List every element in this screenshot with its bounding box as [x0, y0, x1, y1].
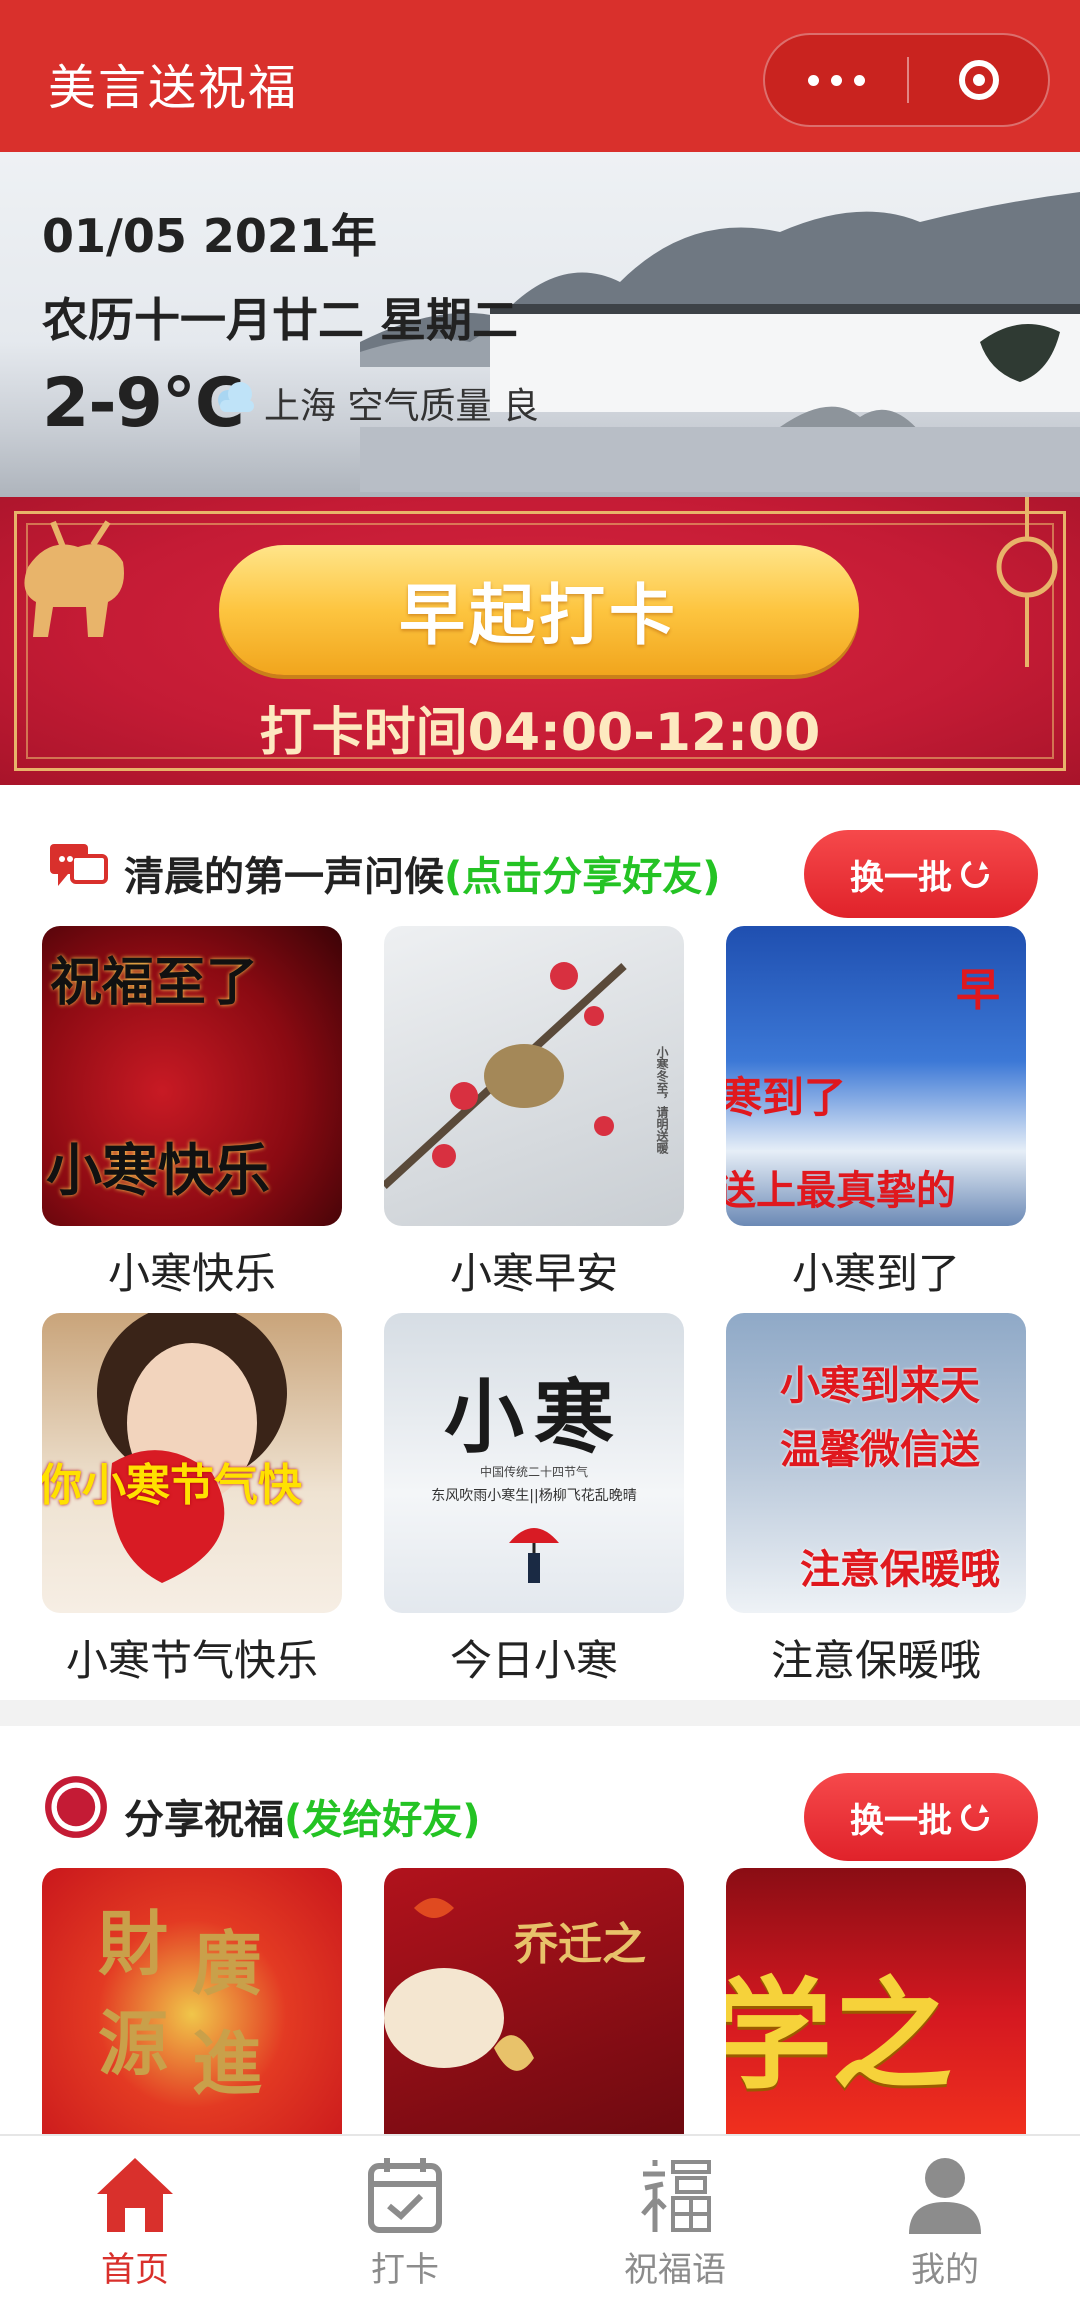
greeting-card-caption: 小寒早安	[449, 1249, 618, 1298]
share-card[interactable]: 財 廣 源 進	[42, 1868, 342, 2134]
red-umbrella-illustration	[509, 1528, 559, 1583]
lunar-date-text: 农历十一月廿二 星期二	[42, 293, 519, 347]
section-title: 清晨的第一声问候(点击分享好友)	[124, 844, 721, 902]
section-title-highlight: (点击分享好友)	[444, 854, 721, 900]
more-dot-icon	[831, 74, 842, 86]
card-art-text: 小寒快乐	[46, 1138, 270, 1204]
tab-label: 首页	[101, 2250, 169, 2290]
card-art-text: 中国传统二十四节气	[479, 1465, 588, 1479]
more-options-button[interactable]	[765, 35, 908, 125]
card-art-text: 廣	[192, 1922, 262, 2005]
fu-badge-icon	[45, 1776, 107, 1838]
refresh-button-label: 换一批	[850, 1800, 952, 1841]
share-card-image: 乔迁之	[384, 1868, 684, 2134]
section-title-highlight: (发给好友)	[284, 1797, 481, 1843]
greeting-card-caption: 今日小寒	[449, 1636, 618, 1685]
home-icon	[97, 2158, 173, 2232]
card-art-text: 学之	[726, 1965, 952, 2106]
greeting-card-caption: 小寒节气快乐	[65, 1636, 318, 1685]
checkin-banner: 早起打卡 打卡时间04:00-12:00	[0, 497, 1080, 785]
greeting-card-caption: 小寒到了	[791, 1249, 960, 1298]
greeting-card-image: 祝福至了 小寒快乐	[42, 926, 342, 1226]
mini-program-capsule	[763, 33, 1050, 127]
golden-ox-icon	[24, 520, 124, 637]
tab-mine[interactable]: 我的	[810, 2136, 1080, 2299]
location-air-quality-text: 上海 空气质量 良	[264, 386, 539, 427]
section-title-text: 清晨的第一声问候	[124, 854, 444, 900]
bottom-tab-bar: 首页 打卡 祝福语 我的	[0, 2134, 1080, 2299]
early-checkin-button[interactable]: 早起打卡	[219, 545, 859, 675]
more-dot-icon	[854, 74, 865, 86]
fu-character-icon	[641, 2160, 711, 2232]
greeting-card-image: 小寒冬至，请明送暖	[384, 926, 684, 1226]
refresh-icon	[961, 860, 989, 888]
greeting-card[interactable]: 小寒冬至，请明送暖 小寒早安	[384, 926, 684, 1301]
chinese-knot-icon	[996, 497, 1058, 667]
card-art-text: 小寒到来天	[780, 1362, 980, 1409]
share-section-header: 分享祝福(发给好友) 换一批	[0, 1755, 1080, 1865]
greeting-card[interactable]: 你小寒节气快 小寒节气快乐	[42, 1313, 342, 1688]
card-art-text: 小寒冬至，请明送暖	[655, 1046, 669, 1154]
share-card-image: 学之	[726, 1868, 1026, 2134]
section-divider	[0, 1700, 1080, 1726]
tab-checkin[interactable]: 打卡	[270, 2136, 540, 2299]
tab-label: 我的	[911, 2250, 979, 2290]
card-art-text: 進	[192, 2022, 262, 2105]
greeting-card[interactable]: 小寒到来天 温馨微信送 注意保暖哦 注意保暖哦	[726, 1313, 1026, 1688]
section-title-text: 分享祝福	[124, 1797, 284, 1843]
chat-bubble-icon	[50, 844, 108, 886]
tab-home[interactable]: 首页	[0, 2136, 270, 2299]
section-title: 分享祝福(发给好友)	[124, 1787, 481, 1845]
greeting-card[interactable]: 小 寒 中国传统二十四节气 东风吹雨小寒生||杨柳飞花乱晚晴 今日小寒	[384, 1313, 684, 1688]
refresh-batch-button[interactable]: 换一批	[804, 1773, 1038, 1861]
share-card[interactable]: 学之	[726, 1868, 1026, 2134]
card-art-text: 你小寒节气快	[42, 1460, 302, 1511]
share-card-image: 財 廣 源 進	[42, 1868, 342, 2134]
user-icon	[909, 2158, 981, 2234]
share-card[interactable]: 乔迁之	[384, 1868, 684, 2134]
card-art-text: 源	[98, 2002, 168, 2085]
card-art-text: 寒	[534, 1370, 614, 1464]
refresh-button-label: 换一批	[850, 857, 952, 898]
card-art-text: 送上最真挚的	[726, 1167, 956, 1214]
refresh-icon	[961, 1803, 989, 1831]
card-art-text: 寒到了	[726, 1073, 847, 1122]
greeting-section-header: 清晨的第一声问候(点击分享好友) 换一批	[0, 812, 1080, 922]
card-art-text: 东风吹雨小寒生||杨柳飞花乱晚晴	[431, 1488, 637, 1504]
card-art-text: 注意保暖哦	[800, 1546, 1000, 1593]
greeting-card-image: 早 寒到了 送上最真挚的	[726, 926, 1026, 1226]
koi-fish-illustration	[384, 1898, 534, 2071]
date-text: 01/05 2021年	[42, 209, 377, 263]
greeting-card-caption: 注意保暖哦	[770, 1636, 981, 1685]
weather-banner: 01/05 2021年 农历十一月廿二 星期二 2-9°C 上海 空气质量 良	[0, 152, 1080, 497]
more-dot-icon	[808, 74, 819, 86]
card-art-text: 早	[956, 965, 1000, 1016]
card-art-text: 財	[98, 1902, 168, 1985]
navigation-bar: 美言送祝福	[0, 0, 1080, 152]
greeting-card-image: 你小寒节气快	[42, 1313, 342, 1613]
card-art-text: 温馨微信送	[780, 1426, 980, 1473]
tab-label: 祝福语	[624, 2250, 726, 2290]
close-mini-program-button[interactable]	[908, 35, 1050, 125]
card-art-text: 小	[444, 1370, 524, 1464]
calendar-check-icon	[368, 2158, 442, 2233]
app-title: 美言送祝福	[48, 60, 299, 116]
squirrel-on-branch-illustration	[384, 962, 627, 1189]
greeting-card-image: 小寒到来天 温馨微信送 注意保暖哦	[726, 1313, 1026, 1613]
refresh-batch-button[interactable]: 换一批	[804, 830, 1038, 918]
checkin-time-text: 打卡时间04:00-12:00	[259, 703, 821, 763]
cloud-icon	[218, 382, 254, 412]
target-circle-icon	[959, 60, 999, 100]
tab-label: 打卡	[371, 2250, 439, 2290]
tab-blessings[interactable]: 祝福语	[540, 2136, 810, 2299]
greeting-card[interactable]: 早 寒到了 送上最真挚的 小寒到了	[726, 926, 1026, 1301]
greeting-card-image: 小 寒 中国传统二十四节气 东风吹雨小寒生||杨柳飞花乱晚晴	[384, 1313, 684, 1613]
greeting-card-caption: 小寒快乐	[107, 1249, 276, 1298]
card-art-text: 祝福至了	[50, 952, 259, 1013]
greeting-card[interactable]: 祝福至了 小寒快乐 小寒快乐	[42, 926, 342, 1301]
